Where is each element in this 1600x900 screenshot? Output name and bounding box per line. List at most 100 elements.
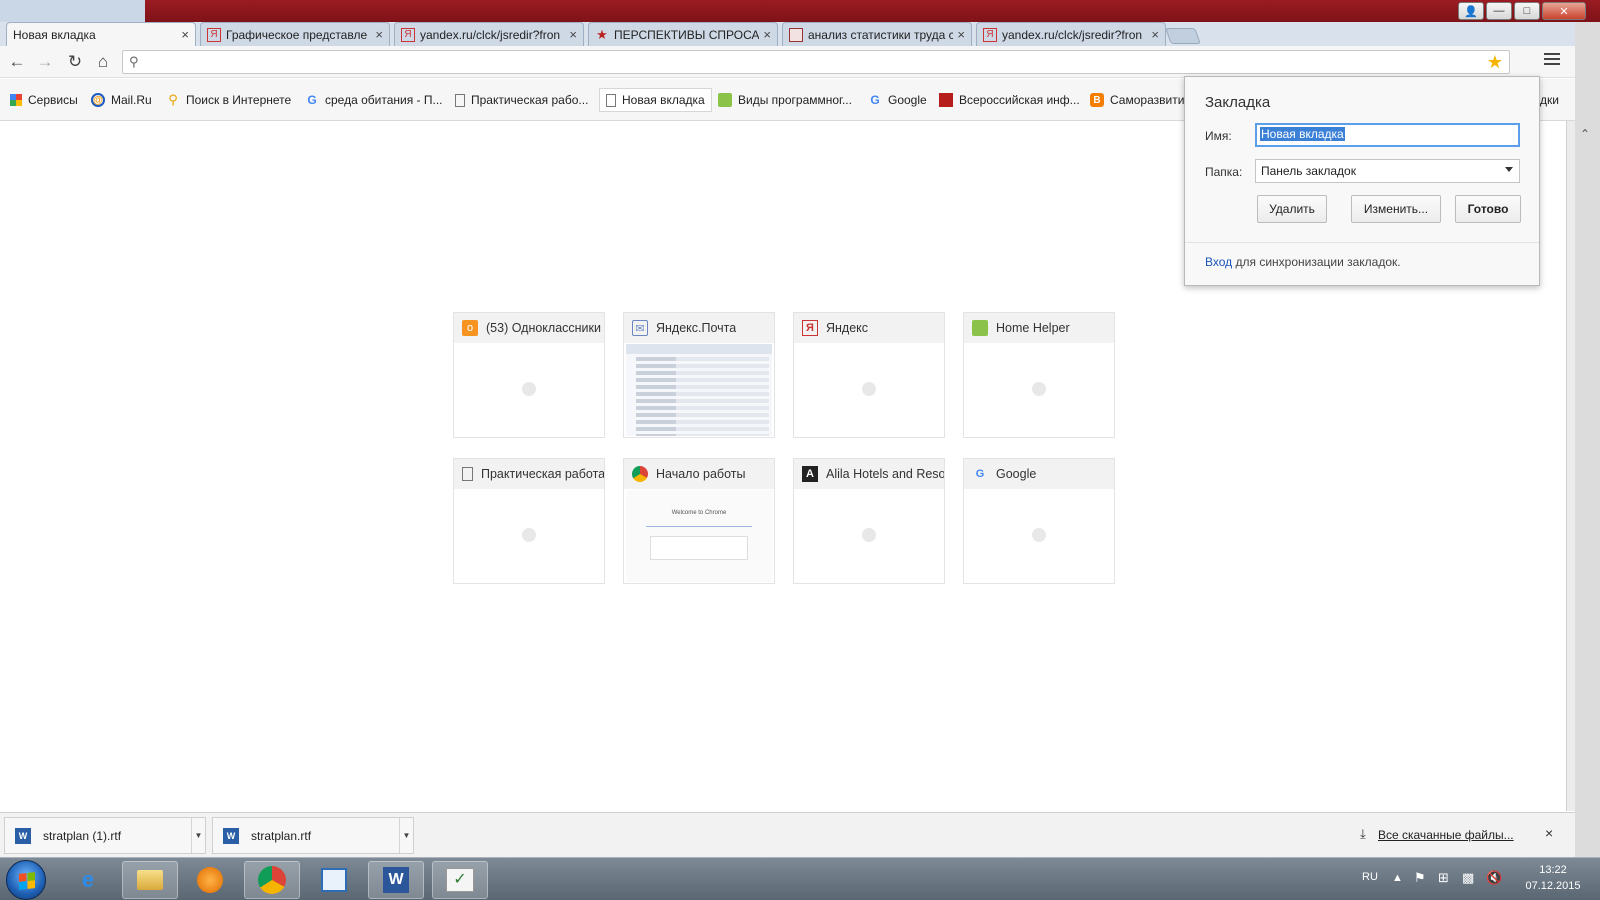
bookmark-software-types[interactable]: Виды программног... <box>718 90 852 110</box>
bookmark-name-input[interactable]: Новая вкладка <box>1255 123 1520 147</box>
maximize-button[interactable]: □ <box>1514 2 1540 20</box>
tab-graphic[interactable]: Я Графическое представле × <box>200 22 390 46</box>
download-item[interactable]: W stratplan.rtf ▼ <box>212 817 414 854</box>
checklist-icon[interactable]: ✓ <box>432 861 488 899</box>
tile-home-helper[interactable]: Home Helper <box>963 312 1115 438</box>
tab-close-icon[interactable]: × <box>1151 27 1159 42</box>
tab-close-icon[interactable]: × <box>569 27 577 42</box>
page-scrollbar[interactable] <box>1566 121 1575 811</box>
tile-getting-started[interactable]: Начало работы Welcome to Chrome <box>623 458 775 584</box>
tab-new-tab[interactable]: Новая вкладка × <box>6 22 196 46</box>
word-icon[interactable]: W <box>368 861 424 899</box>
star-icon[interactable]: ★ <box>1487 52 1503 73</box>
site-icon <box>939 93 953 107</box>
clock-date: 07.12.2015 <box>1525 880 1581 892</box>
bookmark-dialog: Закладка Имя: Новая вкладка Папка: Панел… <box>1184 76 1540 286</box>
window-title-bar <box>0 0 1600 22</box>
tab-yandex-redirect-1[interactable]: Я yandex.ru/clck/jsredir?fron × <box>394 22 584 46</box>
tile-practical-work[interactable]: Практическая работа <box>453 458 605 584</box>
tile-yandex-mail[interactable]: ✉ Яндекс.Почта <box>623 312 775 438</box>
profile-icon[interactable]: 👤 <box>1458 2 1484 20</box>
google-icon: G <box>975 468 985 480</box>
tab-close-icon[interactable]: × <box>763 27 771 42</box>
tab-perspectives[interactable]: ★ ПЕРСПЕКТИВЫ СПРОСА Н × <box>588 22 778 46</box>
tab-title: Новая вкладка <box>13 27 96 42</box>
yandex-icon: Я <box>983 27 997 42</box>
tab-labor-stats[interactable]: анализ статистики труда с × <box>782 22 972 46</box>
media-player-icon[interactable] <box>182 861 238 899</box>
system-clock[interactable]: 13:22 07.12.2015 <box>1518 862 1588 894</box>
tab-close-icon[interactable]: × <box>957 27 965 42</box>
tile-alila-hotels[interactable]: A Alila Hotels and Reso <box>793 458 945 584</box>
tile-yandex[interactable]: Я Яндекс <box>793 312 945 438</box>
tile-odnoklassniki[interactable]: o (53) Одноклассники <box>453 312 605 438</box>
thumbnail-placeholder <box>1032 528 1046 542</box>
image-icon <box>789 27 803 42</box>
delete-button[interactable]: Удалить <box>1257 195 1327 223</box>
bookmark-other[interactable]: дки <box>1540 90 1559 110</box>
download-item[interactable]: W stratplan (1).rtf ▼ <box>4 817 206 854</box>
bookmark-self-development[interactable]: B Саморазвити <box>1090 90 1184 110</box>
tile-google[interactable]: G Google <box>963 458 1115 584</box>
tab-yandex-redirect-2[interactable]: Я yandex.ru/clck/jsredir?fron × <box>976 22 1166 46</box>
edit-button[interactable]: Изменить... <box>1351 195 1441 223</box>
tab-close-icon[interactable]: × <box>181 27 189 42</box>
bookmark-label: Новая вкладка <box>622 93 705 107</box>
browser-toolbar: ← → ↻ ⌂ ⚲ ★ <box>0 46 1575 78</box>
close-icon[interactable]: × <box>1545 825 1553 841</box>
close-window-button[interactable]: ✕ <box>1542 2 1586 20</box>
bookmark-new-tab[interactable]: Новая вкладка <box>599 88 712 112</box>
address-bar[interactable]: ⚲ ★ <box>122 50 1510 74</box>
search-icon: ⚲ <box>129 54 139 69</box>
app-icon[interactable] <box>306 861 362 899</box>
back-icon[interactable]: ← <box>6 52 28 72</box>
volume-muted-icon[interactable]: 🔇 <box>1486 870 1502 886</box>
done-button[interactable]: Готово <box>1455 195 1521 223</box>
language-indicator[interactable]: RU <box>1362 871 1378 883</box>
bookmark-all-russian[interactable]: Всероссийская инф... <box>939 90 1080 110</box>
scroll-up-icon[interactable]: ⌃ <box>1580 127 1590 141</box>
chrome-icon[interactable] <box>244 861 300 899</box>
bookmark-label: Поиск в Интернете <box>186 93 292 107</box>
network-icon[interactable]: ▩ <box>1462 870 1474 886</box>
bookmark-google[interactable]: G Google <box>868 90 926 110</box>
clock-time: 13:22 <box>1539 864 1567 876</box>
home-icon[interactable]: ⌂ <box>92 52 114 72</box>
download-filename: stratplan.rtf <box>251 828 312 843</box>
thumbnail-caption: Welcome to Chrome <box>671 510 727 516</box>
bookmark-label: среда обитания - П... <box>325 93 443 107</box>
chrome-welcome-thumbnail: Welcome to Chrome <box>626 490 772 582</box>
search-icon: ⚲ <box>168 92 178 107</box>
minimize-button[interactable]: — <box>1486 2 1512 20</box>
sign-in-link[interactable]: Вход <box>1205 255 1232 269</box>
tab-title: yandex.ru/clck/jsredir?fron <box>420 27 561 42</box>
explorer-icon[interactable] <box>122 861 178 899</box>
name-label: Имя: <box>1205 129 1232 143</box>
bookmark-services[interactable]: Сервисы <box>10 90 78 110</box>
chevron-down-icon[interactable]: ▼ <box>399 818 413 853</box>
start-button[interactable] <box>6 860 46 900</box>
menu-icon[interactable] <box>1544 53 1560 69</box>
bookmark-internet-search[interactable]: ⚲ Поиск в Интернете <box>166 90 291 110</box>
windows-icon[interactable]: ⊞ <box>1438 870 1449 886</box>
android-icon <box>972 320 988 336</box>
tab-title: yandex.ru/clck/jsredir?fron <box>1002 27 1143 42</box>
forward-icon[interactable]: → <box>34 52 56 72</box>
show-hidden-icons-icon[interactable]: ▲ <box>1392 872 1403 884</box>
thumbnail-placeholder <box>522 528 536 542</box>
tile-title: Alila Hotels and Reso <box>826 467 944 481</box>
google-icon: G <box>870 93 880 107</box>
bookmark-habitat[interactable]: G среда обитания - П... <box>305 90 443 110</box>
folder-select[interactable]: Панель закладок <box>1255 159 1520 183</box>
taskbar: e W ✓ RU ▲ ⚑ ⊞ ▩ 🔇 13:22 07.12.2015 <box>0 857 1600 900</box>
reload-icon[interactable]: ↻ <box>64 52 86 72</box>
show-all-downloads-link[interactable]: Все скачанные файлы... <box>1378 828 1514 842</box>
download-filename: stratplan (1).rtf <box>43 828 122 843</box>
action-center-flag-icon[interactable]: ⚑ <box>1414 870 1426 886</box>
ie-icon[interactable]: e <box>60 861 116 899</box>
bookmark-practical-work[interactable]: Практическая рабо... <box>455 90 588 110</box>
bookmark-mailru[interactable]: @ Mail.Ru <box>91 90 152 110</box>
chevron-down-icon[interactable]: ▼ <box>191 818 205 853</box>
new-tab-button[interactable] <box>1165 28 1201 44</box>
tab-close-icon[interactable]: × <box>375 27 383 42</box>
